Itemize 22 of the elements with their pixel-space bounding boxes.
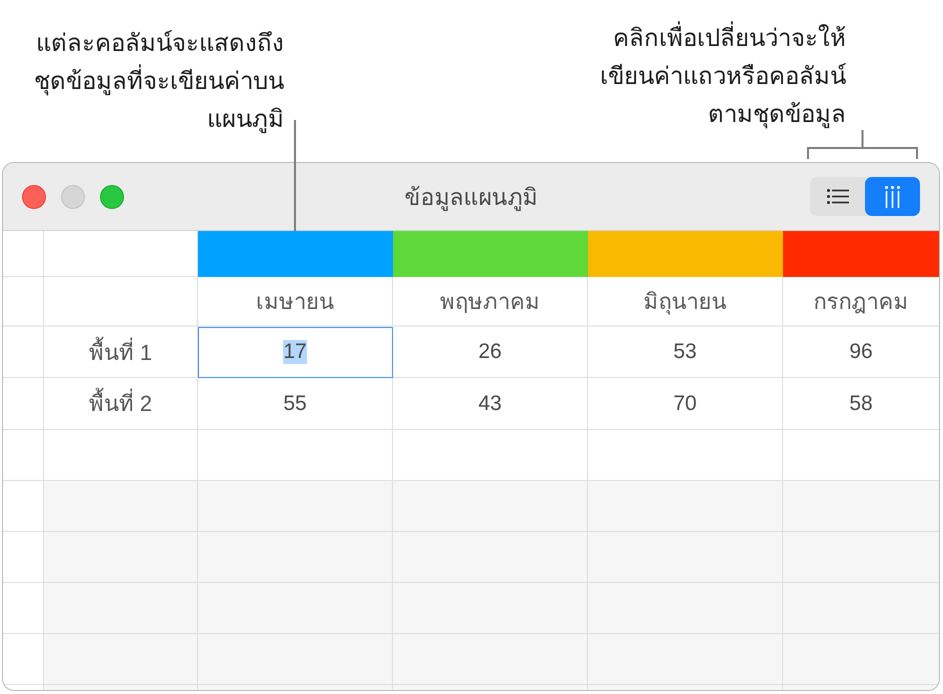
table-cell[interactable]: 96 <box>783 327 939 378</box>
empty-cell[interactable] <box>3 277 44 327</box>
table-cell[interactable]: 53 <box>588 327 783 378</box>
callout-text: แต่ละคอลัมน์จะแสดงถึง ชุดข้อมูลที่จะเขียนค่าบน แผนภูมิ <box>33 29 284 136</box>
minimize-icon[interactable] <box>61 184 85 208</box>
table-cell[interactable]: 26 <box>393 327 588 378</box>
window-title: ข้อมูลแผนภูมิ <box>404 182 538 213</box>
column-header[interactable]: มิถุนายน <box>588 277 783 327</box>
columns-icon <box>885 186 900 208</box>
table-cell[interactable]: 17 <box>198 327 393 378</box>
column-header[interactable]: กรกฎาคม <box>783 277 939 327</box>
list-icon <box>826 189 848 204</box>
row-header: พื้นที่ 1 <box>44 327 198 378</box>
column-header[interactable]: เมษายน <box>198 277 393 327</box>
empty-cell[interactable] <box>44 277 198 327</box>
columns-view-button[interactable] <box>865 177 920 216</box>
close-icon[interactable] <box>22 184 46 208</box>
column-header[interactable]: พฤษภาคม <box>393 277 588 327</box>
zoom-icon[interactable] <box>100 184 124 208</box>
callout-text: คลิกเพื่อเปลี่ยนว่าจะให้ เขียนค่าแถวหรือคอลัมน์ ตามชุดข้อมูล <box>600 20 846 134</box>
empty-cell[interactable] <box>3 327 44 378</box>
empty-cell[interactable] <box>3 231 44 277</box>
